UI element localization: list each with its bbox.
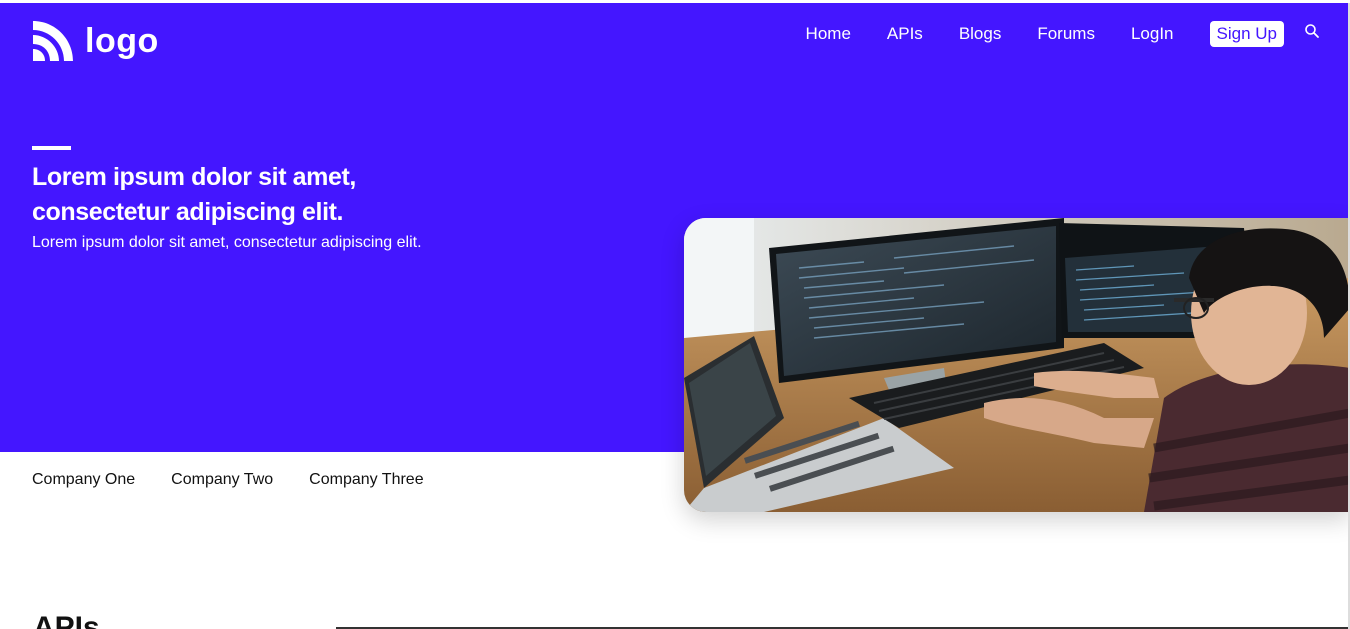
apis-section-title: APIs [33, 611, 100, 629]
nav-forums[interactable]: Forums [1037, 21, 1095, 47]
company-two[interactable]: Company Two [171, 469, 273, 491]
company-one[interactable]: Company One [32, 469, 135, 491]
signup-button[interactable]: Sign Up [1209, 21, 1284, 47]
nav-login[interactable]: LogIn [1131, 21, 1174, 47]
hero-subtext: Lorem ipsum dolor sit amet, consectetur … [32, 234, 422, 251]
headline-accent-bar [32, 146, 71, 150]
company-three[interactable]: Company Three [309, 469, 423, 491]
nav-apis[interactable]: APIs [887, 21, 923, 47]
nav-home[interactable]: Home [806, 21, 851, 47]
hero-headline-line1: Lorem ipsum dolor sit amet, [32, 163, 356, 191]
hero-headline-line2: consectetur adipiscing elit. [32, 198, 344, 226]
logo-text: logo [85, 22, 159, 60]
logo[interactable]: logo [31, 19, 159, 63]
search-icon[interactable] [1304, 23, 1320, 39]
nav-blogs[interactable]: Blogs [959, 21, 1002, 47]
developer-at-computer-illustration [684, 218, 1350, 512]
hero-headline: Lorem ipsum dolor sit amet, consectetur … [32, 160, 592, 230]
hero-image [684, 218, 1350, 512]
rss-feed-icon [33, 21, 73, 61]
company-list: Company One Company Two Company Three [32, 469, 460, 491]
main-nav: Home APIs Blogs Forums LogIn Sign Up [806, 21, 1320, 47]
